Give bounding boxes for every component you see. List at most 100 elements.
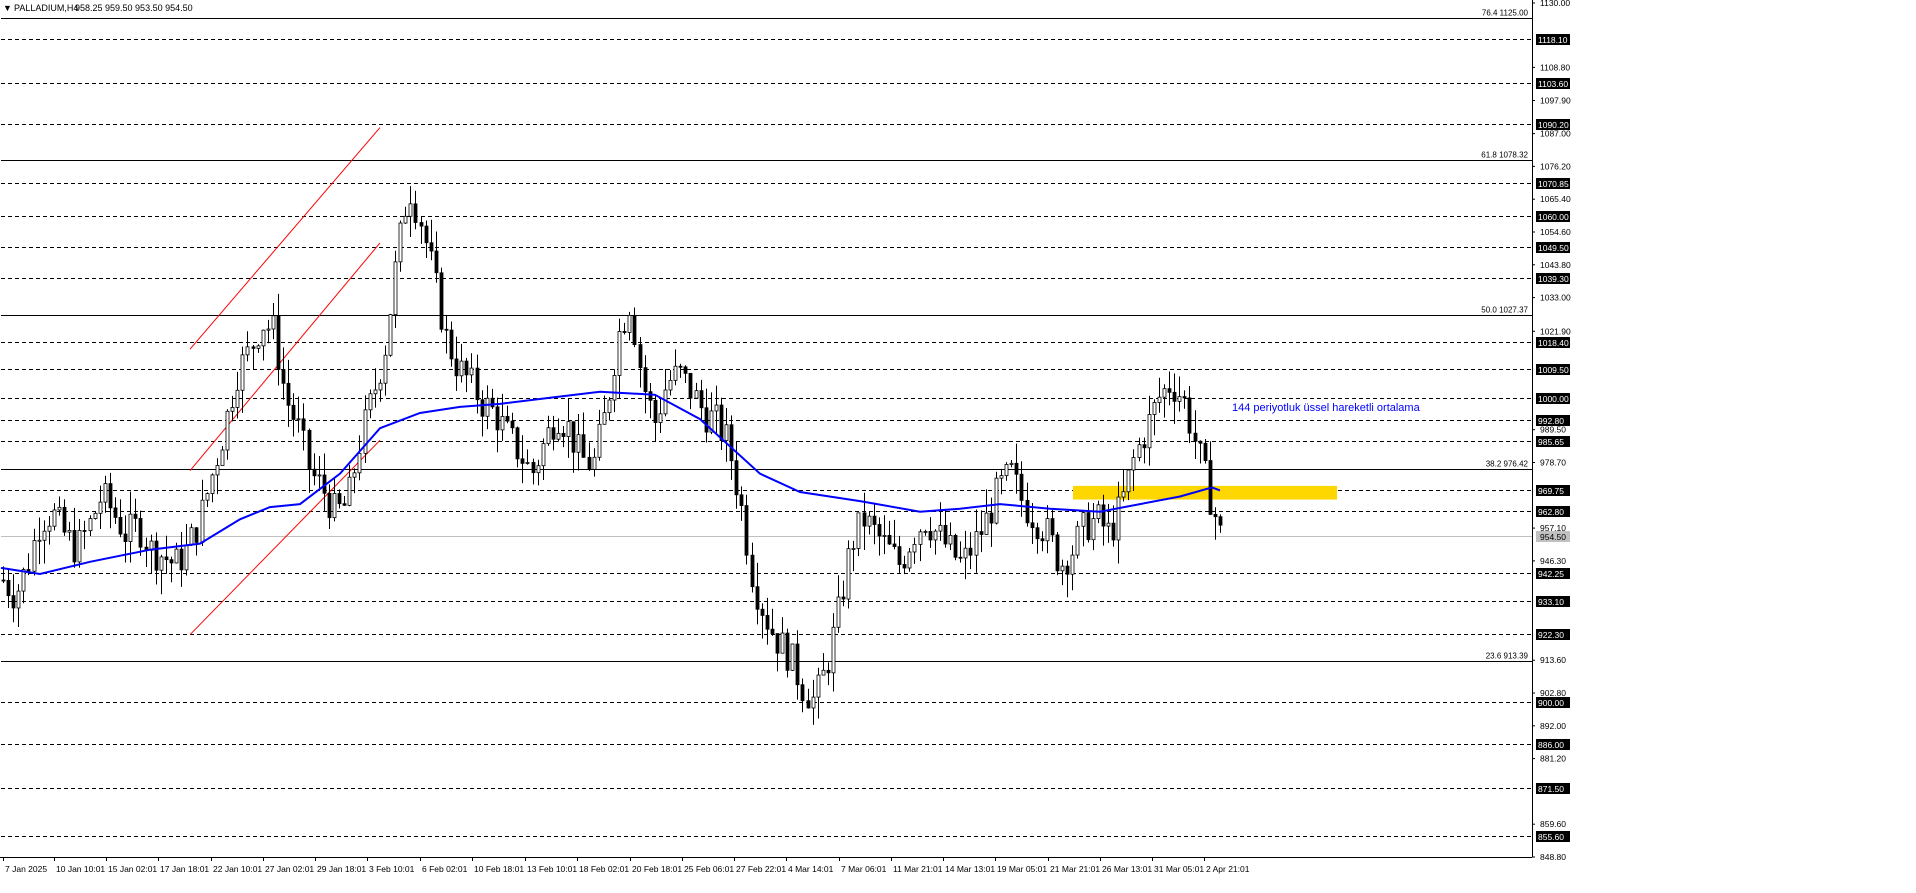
candle-body: [256, 345, 261, 349]
candle-body: [1086, 512, 1091, 541]
x-tick-label: 11 Mar 21:01: [893, 864, 943, 874]
candle-body: [373, 389, 378, 395]
candle-body: [11, 595, 16, 609]
candle-body: [607, 399, 612, 414]
candle-body: [1050, 518, 1055, 536]
candle-body: [536, 465, 541, 474]
candle-body: [826, 669, 831, 674]
candle-body: [1193, 432, 1198, 442]
candle-body: [352, 472, 357, 478]
candle-body: [123, 533, 128, 542]
x-tick-label: 17 Jan 18:01: [160, 864, 209, 874]
candle-body: [989, 512, 994, 524]
candle-body: [77, 530, 82, 563]
y-tick-label: 892.00: [1540, 721, 1566, 731]
candle-body: [108, 483, 113, 509]
candle-body: [138, 518, 143, 548]
candle-body: [225, 410, 230, 451]
candle-body: [612, 375, 617, 401]
candle-body: [851, 548, 856, 550]
candle-body: [953, 535, 958, 558]
candle-body: [189, 527, 194, 546]
candle-body: [301, 418, 306, 431]
candle-body: [780, 632, 785, 654]
y-tick-label: 1043.80: [1540, 260, 1571, 270]
candle-body: [592, 456, 597, 470]
candle-body: [495, 406, 500, 431]
candle-body: [215, 465, 220, 476]
candle-body: [770, 628, 775, 634]
candle-body: [235, 389, 240, 408]
y-tick-label: 978.70: [1540, 457, 1566, 467]
candle-body: [714, 404, 719, 412]
candle-body: [281, 369, 286, 384]
candle-body: [230, 407, 235, 412]
candle-body: [332, 493, 337, 519]
resistance-zone: [1073, 485, 1337, 500]
candle-body: [841, 596, 846, 600]
candle-body: [1004, 464, 1009, 477]
candle-body: [357, 452, 362, 474]
candle-body: [184, 544, 189, 571]
candle-body: [923, 531, 928, 533]
level-label: 922.30: [1538, 630, 1564, 640]
candle-body: [388, 314, 393, 356]
candle-body: [245, 346, 250, 356]
level-label: 871.50: [1538, 784, 1564, 794]
candle-body: [831, 626, 836, 674]
y-tick-label: 989.50: [1540, 425, 1566, 435]
candle-body: [1060, 565, 1065, 572]
level-label: 985.65: [1538, 437, 1564, 447]
y-tick-label: 1108.80: [1540, 62, 1570, 72]
candle-body: [963, 547, 968, 559]
candle-body: [67, 529, 72, 533]
level-label: 1060.00: [1538, 212, 1569, 222]
y-tick-label: 1097.90: [1540, 95, 1571, 105]
collapse-icon[interactable]: ▼: [3, 3, 12, 13]
candle-body: [368, 393, 373, 411]
candle-body: [887, 534, 892, 545]
candle-body: [449, 329, 454, 360]
price-chart[interactable]: 76.4 1125.00 61.8 1078.32 50.0 1027.37 38.2…: [0, 0, 1916, 888]
candle-body: [525, 462, 530, 464]
y-tick-label: 957.10: [1540, 523, 1566, 533]
candle-body: [775, 633, 780, 654]
candle-body: [750, 554, 755, 588]
candle-body: [862, 512, 867, 527]
candle-body: [413, 203, 418, 223]
y-tick-label: 1054.60: [1540, 227, 1571, 237]
x-tick-label: 13 Feb 10:01: [527, 864, 577, 874]
candle-body: [291, 404, 296, 420]
candle-body: [907, 551, 912, 569]
level-label: 933.10: [1538, 597, 1564, 607]
candle-body: [240, 354, 245, 391]
candle-body: [327, 492, 332, 519]
candle-body: [312, 468, 317, 477]
candle-body: [42, 530, 47, 541]
candle-body: [103, 483, 108, 503]
candle-body: [556, 432, 561, 440]
candle-body: [398, 222, 403, 263]
candle-body: [1030, 522, 1035, 529]
candle-body: [500, 415, 505, 431]
candle-body: [444, 328, 449, 331]
x-tick-label: 31 Mar 05:01: [1154, 864, 1204, 874]
chart-root[interactable]: 76.4 1125.00 61.8 1078.32 50.0 1027.37 38.2…: [0, 0, 1916, 888]
candle-body: [16, 590, 21, 609]
x-tick-label: 22 Jan 10:01: [213, 864, 262, 874]
candle-body: [800, 684, 805, 702]
candle-body: [816, 674, 821, 698]
y-tick-label: 881.20: [1540, 754, 1566, 764]
candle-body: [928, 531, 933, 541]
candle-body: [734, 460, 739, 496]
level-label: 1039.30: [1538, 274, 1569, 284]
candle-body: [93, 512, 98, 519]
candle-body: [419, 222, 424, 227]
candle-body: [133, 513, 138, 519]
candle-body: [1116, 496, 1121, 541]
candle-body: [979, 531, 984, 535]
candle-body: [643, 367, 648, 393]
level-label: 855.60: [1538, 832, 1564, 842]
candle-body: [912, 543, 917, 553]
candle-body: [1075, 525, 1080, 556]
